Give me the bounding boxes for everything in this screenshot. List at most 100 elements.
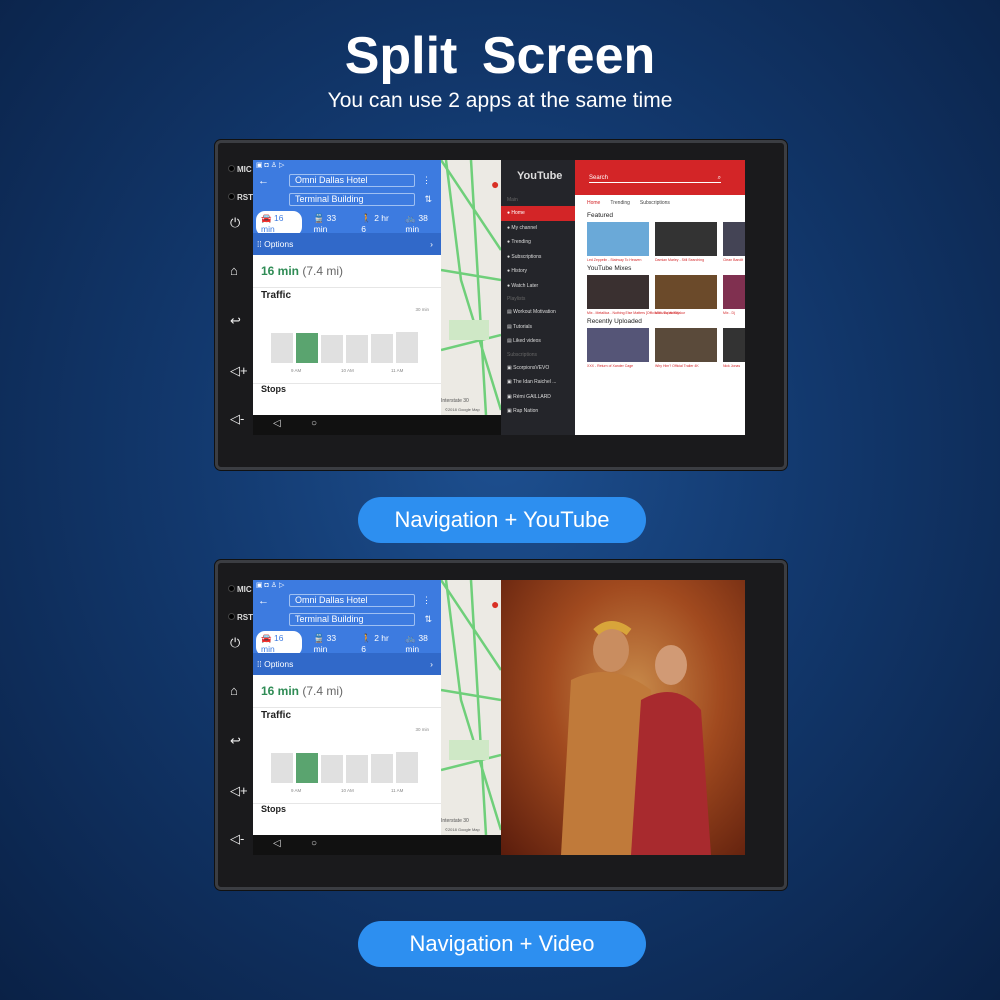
video-player[interactable]: [501, 580, 745, 855]
youtube-app: YouTube Main ● Home ● My channel ● Trending…: [501, 160, 745, 435]
more-icon[interactable]: ⋮: [422, 595, 431, 606]
back-icon[interactable]: ↩: [230, 313, 241, 329]
youtube-sidebar-item[interactable]: ● My channel: [501, 221, 575, 236]
eta-time: 16 min: [261, 684, 300, 698]
traffic-bar: [396, 331, 418, 363]
youtube-playlist-item[interactable]: ▤ Workout Motivation: [501, 305, 575, 320]
travel-mode-bike[interactable]: 🚲 38 min: [405, 213, 441, 234]
nav-back-icon[interactable]: ◁: [273, 838, 281, 849]
item-label: Workout Motivation: [513, 309, 556, 315]
back-arrow-icon[interactable]: ←: [258, 175, 269, 187]
youtube-search-input[interactable]: Search ⌕: [589, 175, 721, 183]
power-icon[interactable]: ⏻: [230, 635, 240, 651]
home-icon[interactable]: ⌂: [230, 683, 238, 698]
volume-up-icon[interactable]: ◁+: [230, 363, 248, 379]
nav-back-icon[interactable]: ◁: [273, 418, 281, 429]
back-icon[interactable]: ↩: [230, 733, 241, 749]
travel-mode-walk[interactable]: 🚶 2 hr 6: [361, 213, 393, 234]
youtube-sidebar-item[interactable]: ● History: [501, 264, 575, 279]
page-title: Split Screen: [344, 27, 656, 85]
bike-icon: 🚲: [405, 633, 416, 643]
video-thumbnail: [587, 222, 649, 256]
traffic-heading: Traffic: [261, 710, 292, 721]
stops-heading: Stops: [253, 803, 441, 815]
traffic-max: 30 min: [415, 727, 429, 732]
traffic-bar: [271, 752, 293, 783]
video-title: Clean Bandit: [723, 258, 744, 262]
video-title: Mix - Tupac Shakur: [655, 311, 686, 315]
time-tick: 9 AM: [291, 788, 302, 793]
eta-distance: (7.4 mi): [302, 264, 344, 278]
video-thumbnail: [587, 328, 649, 362]
route-summary[interactable]: 16 min (7.4 mi): [253, 675, 441, 708]
travel-mode-transit[interactable]: 🚆 33 min: [314, 633, 350, 654]
traffic-bar: [346, 334, 368, 363]
mic-label: MIC: [228, 585, 252, 594]
travel-mode-bike[interactable]: 🚲 38 min: [405, 633, 441, 654]
video-card[interactable]: Mix - Tupac Shakur: [655, 275, 717, 315]
search-icon[interactable]: ⌕: [718, 175, 721, 182]
power-icon[interactable]: ⏻: [230, 215, 240, 231]
youtube-subscription-item[interactable]: ▣ ScorpionsVEVO: [501, 361, 575, 376]
more-icon[interactable]: ⋮: [422, 175, 431, 186]
youtube-sidebar-item[interactable]: ● Watch Later: [501, 279, 575, 294]
youtube-sidebar-item[interactable]: ● Trending: [501, 235, 575, 250]
options-button[interactable]: ⁞⁞ Options ›: [253, 233, 441, 255]
video-card[interactable]: Nick Jonas: [723, 328, 745, 368]
youtube-subscription-item[interactable]: ▣ Rap Nation: [501, 404, 575, 419]
map-view[interactable]: ● Interstate 30 ©2018 Google Map: [441, 580, 501, 835]
video-card[interactable]: Clean Bandit: [723, 222, 745, 262]
video-card[interactable]: Damian Marley - Still Searching: [655, 222, 717, 262]
nav-home-icon[interactable]: ○: [311, 838, 317, 849]
destination-input[interactable]: Terminal Building: [289, 193, 415, 206]
reset-button[interactable]: RST: [228, 193, 253, 202]
traffic-bar: [271, 332, 293, 363]
sidebar-heading: Main: [507, 197, 518, 203]
youtube-logo: YouTube: [517, 170, 563, 182]
volume-down-icon[interactable]: ◁-: [230, 831, 244, 847]
video-thumbnail: [655, 222, 717, 256]
video-card[interactable]: Why Him? Official Trailer 4K: [655, 328, 717, 368]
youtube-subscription-item[interactable]: ▣ The Idan Raichel ...: [501, 375, 575, 390]
video-thumbnail: [723, 275, 745, 309]
nav-home-icon[interactable]: ○: [311, 418, 317, 429]
youtube-playlist-item[interactable]: ▤ Tutorials: [501, 320, 575, 335]
home-icon[interactable]: ⌂: [230, 263, 238, 278]
route-summary[interactable]: 16 min (7.4 mi): [253, 255, 441, 288]
car-icon: 🚘: [261, 633, 272, 643]
mic-label: MIC: [228, 165, 252, 174]
time-tick: 9 AM: [291, 368, 302, 373]
traffic-bar: [296, 333, 318, 363]
swap-icon[interactable]: ⇅: [424, 614, 432, 625]
travel-mode-walk[interactable]: 🚶 2 hr 6: [361, 633, 393, 654]
destination-input[interactable]: Terminal Building: [289, 613, 415, 626]
map-view[interactable]: ● Interstate 30 ©2018 Google Map: [441, 160, 501, 415]
volume-down-icon[interactable]: ◁-: [230, 411, 244, 427]
reset-button[interactable]: RST: [228, 613, 253, 622]
youtube-sidebar-item[interactable]: ● Subscriptions: [501, 250, 575, 265]
back-arrow-icon[interactable]: ←: [258, 595, 269, 607]
video-card[interactable]: XXX - Return of Xander Cage: [587, 328, 649, 368]
item-label: The Idan Raichel ...: [513, 379, 557, 385]
video-card[interactable]: Mix - Dj: [723, 275, 745, 315]
youtube-subscription-item[interactable]: ▣ Rémi GAILLARD: [501, 390, 575, 405]
video-thumbnail: [655, 328, 717, 362]
origin-input[interactable]: Omni Dallas Hotel: [289, 174, 415, 187]
volume-up-icon[interactable]: ◁+: [230, 783, 248, 799]
video-card[interactable]: Led Zeppelin - Stairway To Heaven: [587, 222, 649, 262]
origin-input[interactable]: Omni Dallas Hotel: [289, 594, 415, 607]
youtube-playlist-item[interactable]: ▤ Liked videos: [501, 334, 575, 349]
status-icons: ▣ ◘ ♙ ▷: [256, 162, 285, 169]
youtube-tab[interactable]: Trending: [610, 200, 630, 206]
options-button[interactable]: ⁞⁞ Options ›: [253, 653, 441, 675]
device-youtube-demo: MIC RST ⏻ ⌂ ↩ ◁+ ◁- ▣ ◘ ♙ ▷ ← Omni Dalla…: [215, 140, 787, 470]
youtube-tab[interactable]: Subscriptions: [640, 200, 670, 206]
eta-distance: (7.4 mi): [302, 684, 344, 698]
swap-icon[interactable]: ⇅: [424, 194, 432, 205]
traffic-bar: [371, 754, 393, 783]
youtube-tab[interactable]: Home: [587, 200, 600, 206]
video-title: Mix - Metallica - Nothing Else Matters […: [587, 311, 679, 315]
travel-mode-transit[interactable]: 🚆 33 min: [314, 213, 350, 234]
video-card[interactable]: Mix - Metallica - Nothing Else Matters […: [587, 275, 679, 315]
youtube-sidebar-item[interactable]: ● Home: [501, 206, 575, 221]
